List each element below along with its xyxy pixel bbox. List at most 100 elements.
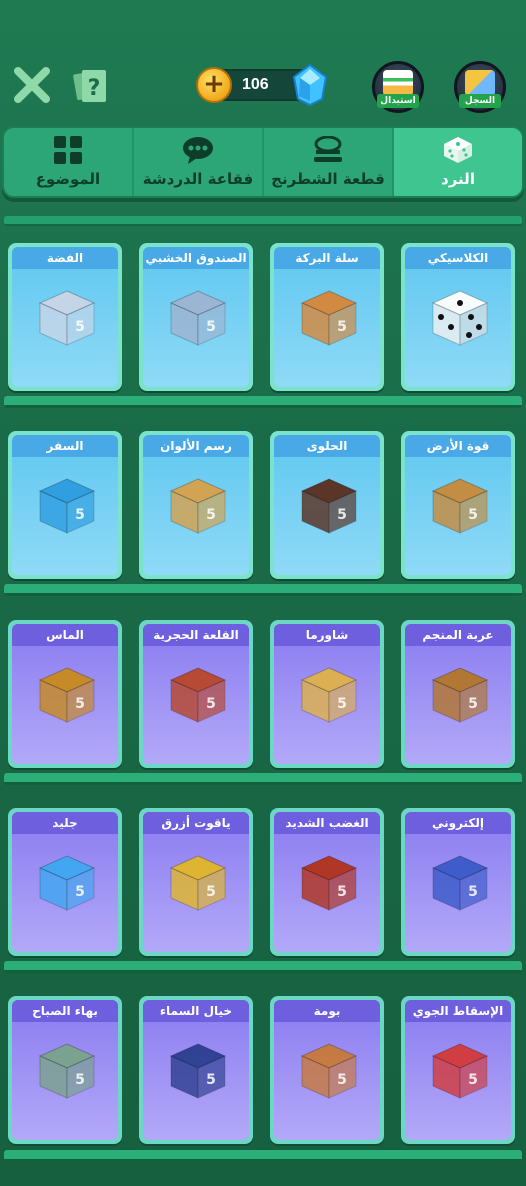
dice-card[interactable]: الغضب الشديد 5 (270, 808, 384, 956)
dice-card[interactable]: رسم الألوان 5 (139, 431, 253, 579)
dice-card[interactable]: بومة 5 (270, 996, 384, 1144)
dice-icon: 5 (38, 478, 96, 534)
dice-card-body: رسم الألوان 5 (143, 435, 249, 575)
history-button[interactable]: السجل (454, 61, 506, 113)
dice-card[interactable]: خيال السماء 5 (139, 996, 253, 1144)
dice-card[interactable]: الإسقاط الجوي 5 (401, 996, 515, 1144)
dice-card[interactable]: ياقوت أزرق 5 (139, 808, 253, 956)
dice-card[interactable]: الفضة 5 (8, 243, 122, 391)
dice-icon (444, 137, 472, 163)
dice-name: بومة (274, 1000, 380, 1022)
shelf-divider (4, 216, 522, 226)
dice-icon: 5 (300, 855, 358, 911)
svg-text:5: 5 (206, 884, 216, 900)
dice-icon: 5 (300, 1043, 358, 1099)
dice-card-body: الفضة 5 (12, 247, 118, 387)
shelf (4, 584, 522, 596)
dice-card-body: بومة 5 (274, 1000, 380, 1140)
dice-card[interactable]: إلكتروني 5 (401, 808, 515, 956)
dice-icon (431, 290, 489, 346)
dice-card-body: خيال السماء 5 (143, 1000, 249, 1140)
dice-name: بهاء الصباح (12, 1000, 118, 1022)
dice-card[interactable]: بهاء الصباح 5 (8, 996, 122, 1144)
dice-name: قوة الأرض (405, 435, 511, 457)
svg-text:5: 5 (75, 1072, 85, 1088)
dice-card[interactable]: السفر 5 (8, 431, 122, 579)
dice-icon: 5 (169, 1043, 227, 1099)
dice-icon: 5 (431, 1043, 489, 1099)
dice-card[interactable]: الصندوق الخشبي 5 (139, 243, 253, 391)
dice-name: رسم الألوان (143, 435, 249, 457)
dice-icon: 5 (169, 855, 227, 911)
exchange-button[interactable]: استبدال (372, 61, 424, 113)
chess-piece-icon (314, 136, 342, 162)
dice-card[interactable]: شاورما 5 (270, 620, 384, 768)
dice-icon: 5 (169, 667, 227, 723)
svg-text:5: 5 (337, 319, 347, 335)
svg-text:5: 5 (337, 884, 347, 900)
svg-text:5: 5 (468, 1072, 478, 1088)
shop-icon (383, 70, 413, 96)
dice-card-body: الصندوق الخشبي 5 (143, 247, 249, 387)
dice-icon: 5 (169, 290, 227, 346)
add-coin-icon[interactable]: + (196, 67, 232, 103)
gem-icon (292, 63, 328, 107)
close-icon[interactable] (12, 65, 52, 105)
svg-text:5: 5 (337, 696, 347, 712)
tab-chess-piece[interactable]: قطعة الشطرنج (264, 128, 394, 196)
dice-card-body: إلكتروني 5 (405, 812, 511, 952)
top-bar: ? + 106 استبدال السجل (0, 55, 526, 125)
dice-name: الفضة (12, 247, 118, 269)
svg-text:5: 5 (75, 507, 85, 523)
svg-text:5: 5 (75, 884, 85, 900)
dice-name: شاورما (274, 624, 380, 646)
exchange-label: استبدال (377, 94, 419, 108)
dice-card[interactable]: الماس 5 (8, 620, 122, 768)
dice-icon: 5 (300, 478, 358, 534)
shelf (4, 773, 522, 785)
dice-card[interactable]: جليد 5 (8, 808, 122, 956)
dice-name: خيال السماء (143, 1000, 249, 1022)
gem-balance[interactable]: + 106 (196, 63, 328, 107)
dice-name: السفر (12, 435, 118, 457)
dice-card-body: قوة الأرض 5 (405, 435, 511, 575)
svg-text:5: 5 (337, 1072, 347, 1088)
dice-card[interactable]: الحلوى 5 (270, 431, 384, 579)
dice-card[interactable]: عربة المنجم 5 (401, 620, 515, 768)
puzzle-icon (465, 70, 495, 96)
tab-label: النرد (441, 170, 475, 188)
svg-text:5: 5 (468, 696, 478, 712)
dice-name: الصندوق الخشبي (143, 247, 249, 269)
svg-text:5: 5 (206, 319, 216, 335)
dice-name: جليد (12, 812, 118, 834)
dice-card[interactable]: القلعة الحجرية 5 (139, 620, 253, 768)
shelf (4, 396, 522, 408)
gem-count: 106 (242, 76, 269, 93)
dice-name: الحلوى (274, 435, 380, 457)
tab-theme[interactable]: الموضوع (4, 128, 134, 196)
dice-card[interactable]: الكلاسيكي (401, 243, 515, 391)
svg-text:5: 5 (206, 507, 216, 523)
dice-card-body: الغضب الشديد 5 (274, 812, 380, 952)
shelf (4, 961, 522, 973)
help-icon[interactable]: ? (72, 67, 110, 105)
svg-text:?: ? (88, 76, 101, 101)
dice-card[interactable]: قوة الأرض 5 (401, 431, 515, 579)
tab-dice[interactable]: النرد (394, 128, 522, 196)
dice-name: الماس (12, 624, 118, 646)
dice-icon: 5 (300, 290, 358, 346)
svg-text:5: 5 (206, 696, 216, 712)
dice-icon: 5 (38, 1043, 96, 1099)
dice-card-body: الحلوى 5 (274, 435, 380, 575)
dice-card-body: شاورما 5 (274, 624, 380, 764)
dice-card-body: السفر 5 (12, 435, 118, 575)
dice-card-body: سلة البركة 5 (274, 247, 380, 387)
dice-card-body: عربة المنجم 5 (405, 624, 511, 764)
dice-icon: 5 (431, 855, 489, 911)
history-label: السجل (459, 94, 501, 108)
dice-card[interactable]: سلة البركة 5 (270, 243, 384, 391)
dice-icon: 5 (38, 290, 96, 346)
chat-bubble-icon (183, 137, 213, 164)
tab-chat-bubble[interactable]: فقاعة الدردشة (134, 128, 264, 196)
dice-name: سلة البركة (274, 247, 380, 269)
